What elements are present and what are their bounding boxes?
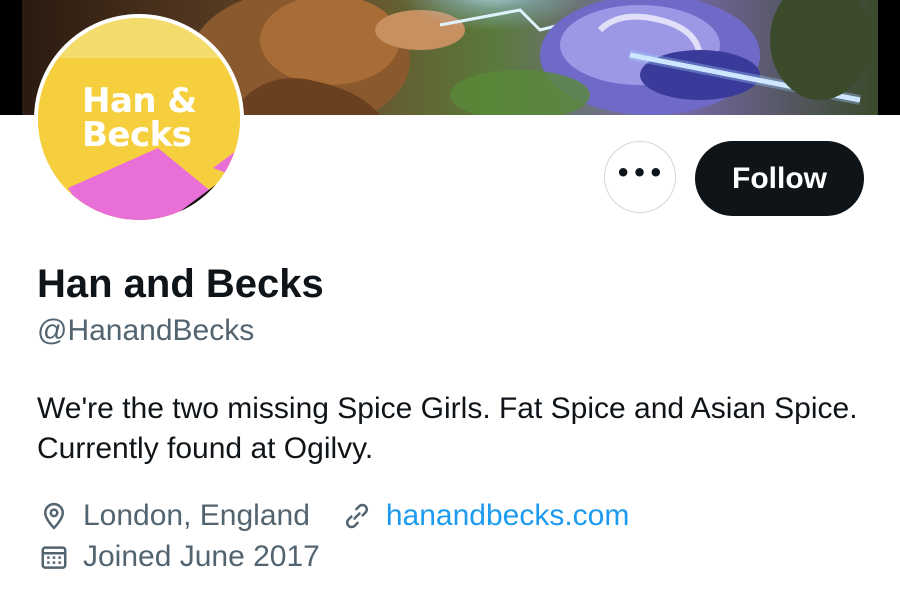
avatar-line-2: Becks [82,115,192,155]
location-pin-icon [37,499,71,533]
avatar-logo-text: Han & Becks [82,84,197,152]
avatar[interactable]: Han & Becks [34,14,244,224]
link-icon [340,499,374,533]
profile-joined-row: Joined June 2017 [37,539,320,575]
display-name: Han and Becks [37,262,324,306]
avatar-line-1: Han & [82,81,197,121]
profile-bio: We're the two missing Spice Girls. Fat S… [37,392,858,465]
profile-page: Han & Becks ••• Follow Han and Becks @Ha… [0,0,900,607]
more-options-button[interactable]: ••• [604,141,676,213]
location-text: London, England [83,499,310,532]
user-handle: @HanandBecks [37,314,255,347]
website-item[interactable]: hanandbecks.com [340,498,630,534]
follow-button[interactable]: Follow [695,141,864,216]
website-link[interactable]: hanandbecks.com [386,498,630,534]
calendar-icon [37,540,71,574]
joined-date-text: Joined June 2017 [83,540,320,573]
profile-meta-row: London, England hanandbecks.com [37,498,629,534]
avatar-image: Han & Becks [38,18,240,220]
joined-item: Joined June 2017 [37,539,320,575]
more-options-icon: ••• [615,159,665,187]
location-item: London, England [37,498,310,534]
